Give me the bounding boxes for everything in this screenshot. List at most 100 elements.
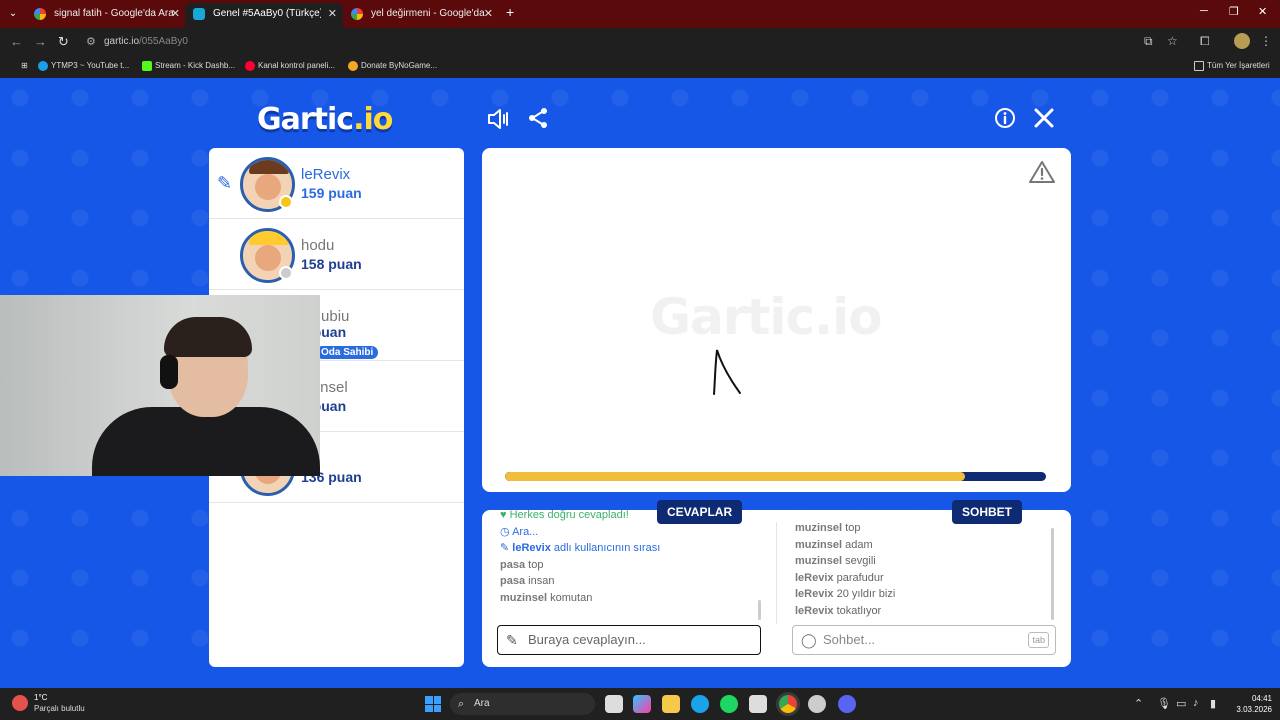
status-dot: [279, 266, 293, 280]
message-text: Ara...: [512, 525, 539, 538]
bookmark-star-icon[interactable]: ☆: [1167, 34, 1178, 48]
chrome-icon[interactable]: [779, 695, 797, 713]
folder-icon: [1194, 61, 1204, 71]
message-text: parafudur: [836, 571, 884, 584]
extensions-icon[interactable]: ⧠: [1200, 34, 1210, 49]
tab-signal-fatih[interactable]: signal fatih - Google'da Ara ✕: [26, 3, 186, 25]
back-button[interactable]: ←: [10, 34, 23, 49]
apps-icon[interactable]: ⊞: [8, 61, 28, 70]
site-info-icon[interactable]: ⚙: [86, 31, 96, 53]
chat-bubble-icon: ◯: [801, 632, 817, 648]
minimize-button[interactable]: ─: [1200, 5, 1208, 17]
cast-icon[interactable]: ⧉: [1144, 34, 1153, 49]
player-row[interactable]: hodu 158 puan: [209, 219, 464, 290]
bookmarks-bar: ⊞ YTMP3 ~ YouTube t... Stream - Kick Das…: [0, 56, 1280, 78]
clock-date: 3.03.2026: [1236, 705, 1272, 714]
message-user: leRevix: [795, 588, 834, 600]
weather-temp: 1°C: [34, 693, 48, 702]
list-item: muzinsel sevgili: [795, 553, 1045, 570]
maximize-button[interactable]: ❐: [1229, 5, 1239, 18]
tab-close-icon[interactable]: ✕: [171, 3, 180, 25]
tab-close-icon[interactable]: ✕: [328, 3, 337, 25]
answer-input[interactable]: ✎ Buraya cevaplayın...: [497, 625, 761, 655]
share-icon[interactable]: [524, 106, 552, 134]
message-user: leRevix: [795, 571, 834, 584]
bookmark-ytmp3[interactable]: YTMP3 ~ YouTube t...: [38, 61, 129, 71]
network-icon[interactable]: ▭: [1176, 697, 1186, 710]
app-icon[interactable]: [808, 695, 826, 713]
start-button[interactable]: [425, 696, 441, 712]
answer-placeholder: Buraya cevaplayın...: [528, 632, 646, 647]
profile-avatar[interactable]: [1234, 33, 1250, 49]
message-user: leRevix: [512, 542, 551, 554]
webcam-headphone: [160, 355, 178, 389]
chat-input[interactable]: ◯ Sohbet... tab: [792, 625, 1056, 655]
tab-gartic[interactable]: Genel #5AaBy0 (Türkçe) - Gartic ✕: [185, 3, 343, 28]
url-host: gartic.io: [104, 36, 140, 47]
volume-icon[interactable]: ♪: [1193, 697, 1199, 709]
browser-toolbar: ← → ↻ ⚙ gartic.io/055AaBy0 ⧉ ☆ ⧠ ⋮: [0, 28, 1280, 56]
tray-overflow-icon[interactable]: ⌃: [1134, 697, 1143, 710]
round-timer-bar: [505, 472, 1046, 481]
clock-icon: ◷: [500, 525, 510, 538]
message-text: top: [528, 558, 544, 571]
report-warning-icon[interactable]: [1029, 160, 1055, 184]
status-dot: [279, 195, 293, 209]
message-user: muzinsel: [795, 555, 843, 567]
bookmark-kick[interactable]: Stream - Kick Dashb...: [142, 61, 235, 71]
chat-scrollbar[interactable]: [1051, 528, 1054, 620]
bynogame-icon: [348, 61, 358, 71]
store-icon[interactable]: [749, 695, 767, 713]
microphone-icon[interactable]: 🎙: [1157, 697, 1171, 710]
info-icon[interactable]: [991, 106, 1019, 134]
tab-close-icon[interactable]: ✕: [484, 3, 493, 25]
battery-icon[interactable]: ▮: [1210, 697, 1216, 710]
list-item: leRevix parafudur: [795, 570, 1045, 587]
tab-title: Genel #5AaBy0 (Türkçe) - Gartic: [213, 8, 321, 19]
forward-button[interactable]: →: [34, 34, 47, 49]
google-favicon-icon: [34, 8, 46, 20]
task-view-icon[interactable]: [605, 695, 623, 713]
spotify-icon[interactable]: [720, 695, 738, 713]
ytmp3-icon: [38, 61, 48, 71]
taskbar-clock[interactable]: 04:41 3.03.2026: [1232, 693, 1272, 715]
menu-icon[interactable]: ⋮: [1260, 34, 1272, 48]
sound-icon[interactable]: [484, 106, 512, 134]
message-text: adlı kullanıcının sırası: [553, 542, 661, 554]
kick-icon: [142, 61, 152, 71]
discord-icon[interactable]: [838, 695, 856, 713]
answers-list: ♥ Herkes doğru cevapladı! ◷ Ara... ✎ leR…: [500, 507, 762, 606]
file-explorer-icon[interactable]: [662, 695, 680, 713]
message-text: komutan: [550, 591, 593, 604]
message-user: pasa: [500, 575, 526, 587]
player-score: 159 puan: [301, 185, 362, 201]
list-item: muzinsel adam: [795, 537, 1045, 554]
list-item: ✎ leRevix adlı kullanıcının sırası: [500, 540, 762, 557]
copilot-icon[interactable]: [633, 695, 651, 713]
close-window-button[interactable]: ✕: [1258, 5, 1267, 18]
edge-icon[interactable]: [691, 695, 709, 713]
new-tab-button[interactable]: +: [506, 4, 514, 20]
tab-yel-degirmeni[interactable]: yel değirmeni - Google'da Ara ✕: [343, 3, 499, 41]
player-row[interactable]: ✎ leRevix 159 puan: [209, 148, 464, 219]
windows-taskbar: 1°C Parçalı bulutlu ⌕ Ara ⌃ 🎙 ▭ ♪ ▮ 04:4…: [0, 688, 1280, 720]
list-item: ♥ Herkes doğru cevapladı!: [500, 507, 762, 524]
gartic-watermark: Gartic.io: [650, 288, 883, 346]
player-score: 158 puan: [301, 256, 362, 272]
address-bar[interactable]: ⚙ gartic.io/055AaBy0: [80, 31, 1130, 53]
exit-close-icon[interactable]: [1030, 106, 1058, 134]
answers-scrollbar[interactable]: [758, 600, 761, 620]
taskbar-search[interactable]: ⌕ Ara: [450, 693, 595, 715]
webcam-person-body: [92, 407, 320, 476]
reload-button[interactable]: ↻: [58, 34, 69, 50]
bookmark-youtube-studio[interactable]: Kanal kontrol paneli...: [245, 61, 335, 71]
bookmark-bynogame[interactable]: Donate ByNoGame...: [348, 61, 438, 71]
list-item: muzinsel komutan: [500, 590, 762, 607]
bookmark-label: Donate ByNoGame...: [361, 61, 438, 70]
pencil-icon: ✎: [500, 542, 510, 554]
heart-icon: ♥: [500, 509, 507, 521]
tab-search-icon[interactable]: ⌄: [4, 5, 22, 23]
drawing-canvas[interactable]: Gartic.io: [482, 148, 1071, 492]
youtube-icon: [245, 61, 255, 71]
all-bookmarks[interactable]: Tüm Yer İşaretleri: [1194, 61, 1270, 71]
